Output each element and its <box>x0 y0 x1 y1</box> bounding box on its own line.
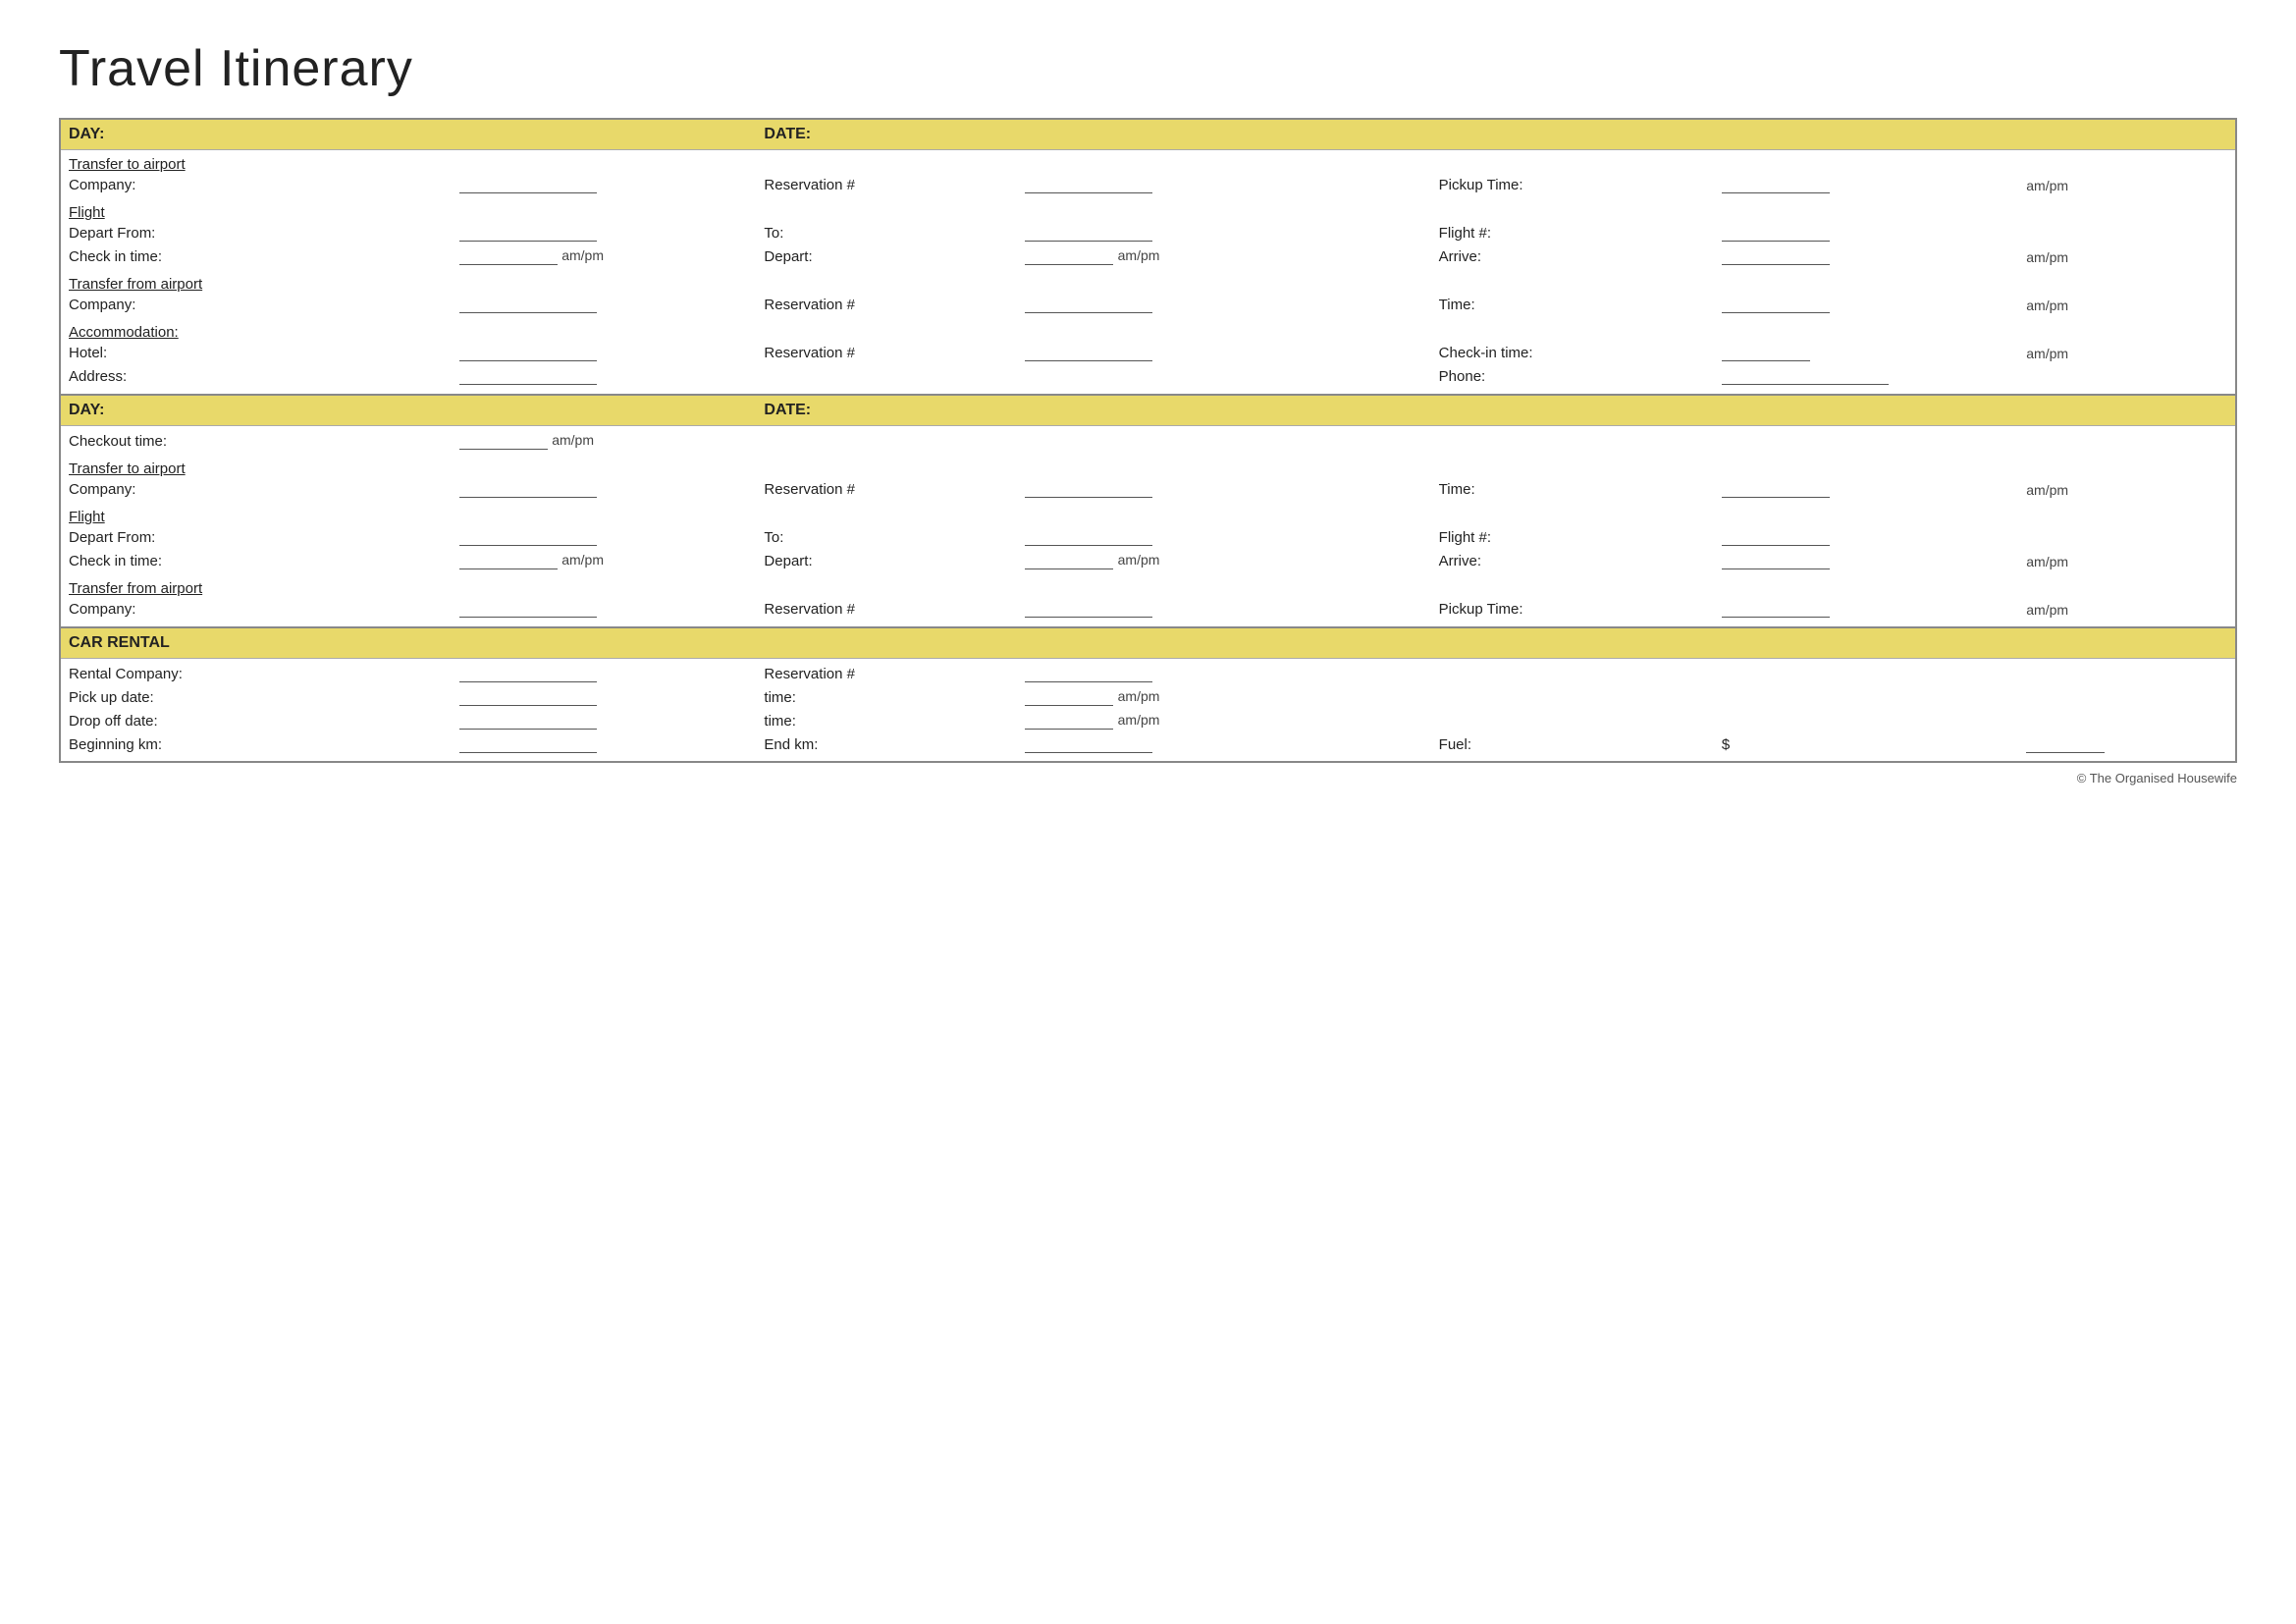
company-label-tfa-1: Company: <box>60 293 452 316</box>
transfer-to-airport-2-heading: Transfer to airport <box>69 460 186 477</box>
ampm-tfa-1: am/pm <box>2018 293 2127 316</box>
pick-up-date-label: Pick up date: <box>60 685 452 709</box>
copyright: © The Organised Housewife <box>59 771 2237 785</box>
flight-1-row1: Depart From: To: Flight #: <box>60 221 2236 244</box>
ampm-arrive-2: am/pm <box>2018 549 2127 572</box>
depart-from-label-2: Depart From: <box>60 525 452 549</box>
check-in-label-1: Check in time: <box>60 244 452 268</box>
ampm-depart-2: am/pm <box>1118 552 1160 568</box>
check-in-label-acc: Check-in time: <box>1431 341 1714 364</box>
car-rental-row4: Beginning km: End km: Fuel: $ <box>60 732 2236 762</box>
phone-label: Phone: <box>1431 364 1714 388</box>
time-label-car1: time: <box>756 685 1017 709</box>
depart-from-label-1: Depart From: <box>60 221 452 244</box>
flight-2-heading-row: Flight <box>60 501 2236 525</box>
reservation-label-tfa-1: Reservation # <box>756 293 1017 316</box>
flight-2-row2: Check in time: am/pm Depart: am/pm Arriv… <box>60 549 2236 572</box>
transfer-from-airport-2-heading-row: Transfer from airport <box>60 572 2236 597</box>
car-rental-header: CAR RENTAL <box>60 627 2236 659</box>
ampm-tta-2: am/pm <box>2018 477 2127 501</box>
transfer-to-airport-1-heading: Transfer to airport <box>69 156 186 173</box>
section2-header: DAY: DATE: <box>60 395 2236 426</box>
ampm-tfa-2: am/pm <box>2018 597 2127 621</box>
flight-1-heading: Flight <box>69 204 105 221</box>
flight-num-label-1: Flight #: <box>1431 221 1714 244</box>
ampm-check-in-2: am/pm <box>561 552 604 568</box>
section1-header: DAY: DATE: <box>60 119 2236 150</box>
to-label-2: To: <box>756 525 1017 549</box>
beginning-km-label: Beginning km: <box>60 732 452 762</box>
accommodation-row2: Address: Phone: <box>60 364 2236 388</box>
dollar-sign: $ <box>1714 732 2018 762</box>
rental-company-label: Rental Company: <box>60 659 452 686</box>
flight-num-label-2: Flight #: <box>1431 525 1714 549</box>
date-label-2: DATE: <box>756 395 2236 426</box>
car-rental-row2: Pick up date: time: am/pm <box>60 685 2236 709</box>
fuel-label: Fuel: <box>1431 732 1714 762</box>
arrive-label-2: Arrive: <box>1431 549 1714 572</box>
transfer-from-airport-2-heading: Transfer from airport <box>69 580 202 597</box>
transfer-from-airport-1-heading: Transfer from airport <box>69 276 202 293</box>
ampm-depart-1: am/pm <box>1118 247 1160 263</box>
flight-1-heading-row: Flight <box>60 196 2236 221</box>
ampm-1: am/pm <box>2018 173 2127 196</box>
to-label-1: To: <box>756 221 1017 244</box>
accommodation-heading-row: Accommodation: <box>60 316 2236 341</box>
transfer-to-airport-2-heading-row: Transfer to airport <box>60 453 2236 477</box>
depart-label-2: Depart: <box>756 549 1017 572</box>
accommodation-row1: Hotel: Reservation # Check-in time: am/p… <box>60 341 2236 364</box>
car-rental-row1: Rental Company: Reservation # <box>60 659 2236 686</box>
address-label: Address: <box>60 364 452 388</box>
transfer-to-airport-2-row: Company: Reservation # Time: am/pm <box>60 477 2236 501</box>
time-label-tfa-1: Time: <box>1431 293 1714 316</box>
checkout-row: Checkout time: am/pm <box>60 426 2236 454</box>
checkout-label: Checkout time: <box>60 426 452 454</box>
ampm-checkout: am/pm <box>552 432 594 448</box>
flight-2-row1: Depart From: To: Flight #: <box>60 525 2236 549</box>
transfer-to-airport-1-heading-row: Transfer to airport <box>60 150 2236 174</box>
end-km-label: End km: <box>756 732 1017 762</box>
hotel-label: Hotel: <box>60 341 452 364</box>
pickup-time-label-2: Pickup Time: <box>1431 597 1714 621</box>
reservation-label-1: Reservation # <box>756 173 1017 196</box>
accommodation-heading: Accommodation: <box>69 324 179 341</box>
ampm-dropoff: am/pm <box>1118 712 1160 728</box>
flight-2-heading: Flight <box>69 509 105 525</box>
time-label-car2: time: <box>756 709 1017 732</box>
company-label-1: Company: <box>60 173 452 196</box>
car-rental-heading: CAR RENTAL <box>60 627 2236 659</box>
itinerary-table: DAY: DATE: Transfer to airport Company: … <box>59 118 2237 763</box>
company-label-tfa-2: Company: <box>60 597 452 621</box>
transfer-from-airport-1-heading-row: Transfer from airport <box>60 268 2236 293</box>
reservation-label-car: Reservation # <box>756 659 1017 686</box>
check-in-label-2: Check in time: <box>60 549 452 572</box>
depart-label-1: Depart: <box>756 244 1017 268</box>
pickup-time-label-1: Pickup Time: <box>1431 173 1714 196</box>
drop-off-date-label: Drop off date: <box>60 709 452 732</box>
flight-1-row2: Check in time: am/pm Depart: am/pm Arriv… <box>60 244 2236 268</box>
transfer-to-airport-1-row: Company: Reservation # Pickup Time: am/p… <box>60 173 2236 196</box>
time-label-2: Time: <box>1431 477 1714 501</box>
ampm-acc: am/pm <box>2018 341 2127 364</box>
date-label-1: DATE: <box>756 119 2236 150</box>
transfer-from-airport-1-row: Company: Reservation # Time: am/pm <box>60 293 2236 316</box>
ampm-pickup: am/pm <box>1118 688 1160 704</box>
car-rental-row3: Drop off date: time: am/pm <box>60 709 2236 732</box>
day-label-2: DAY: <box>60 395 756 426</box>
ampm-arrive-1: am/pm <box>2018 244 2127 268</box>
arrive-label-1: Arrive: <box>1431 244 1714 268</box>
page-title: Travel Itinerary <box>59 39 2237 98</box>
ampm-check-in-1: am/pm <box>561 247 604 263</box>
company-label-2: Company: <box>60 477 452 501</box>
reservation-label-2: Reservation # <box>756 477 1017 501</box>
reservation-label-acc: Reservation # <box>756 341 1017 364</box>
reservation-label-tfa-2: Reservation # <box>756 597 1017 621</box>
day-label-1: DAY: <box>60 119 756 150</box>
transfer-from-airport-2-row: Company: Reservation # Pickup Time: am/p… <box>60 597 2236 621</box>
